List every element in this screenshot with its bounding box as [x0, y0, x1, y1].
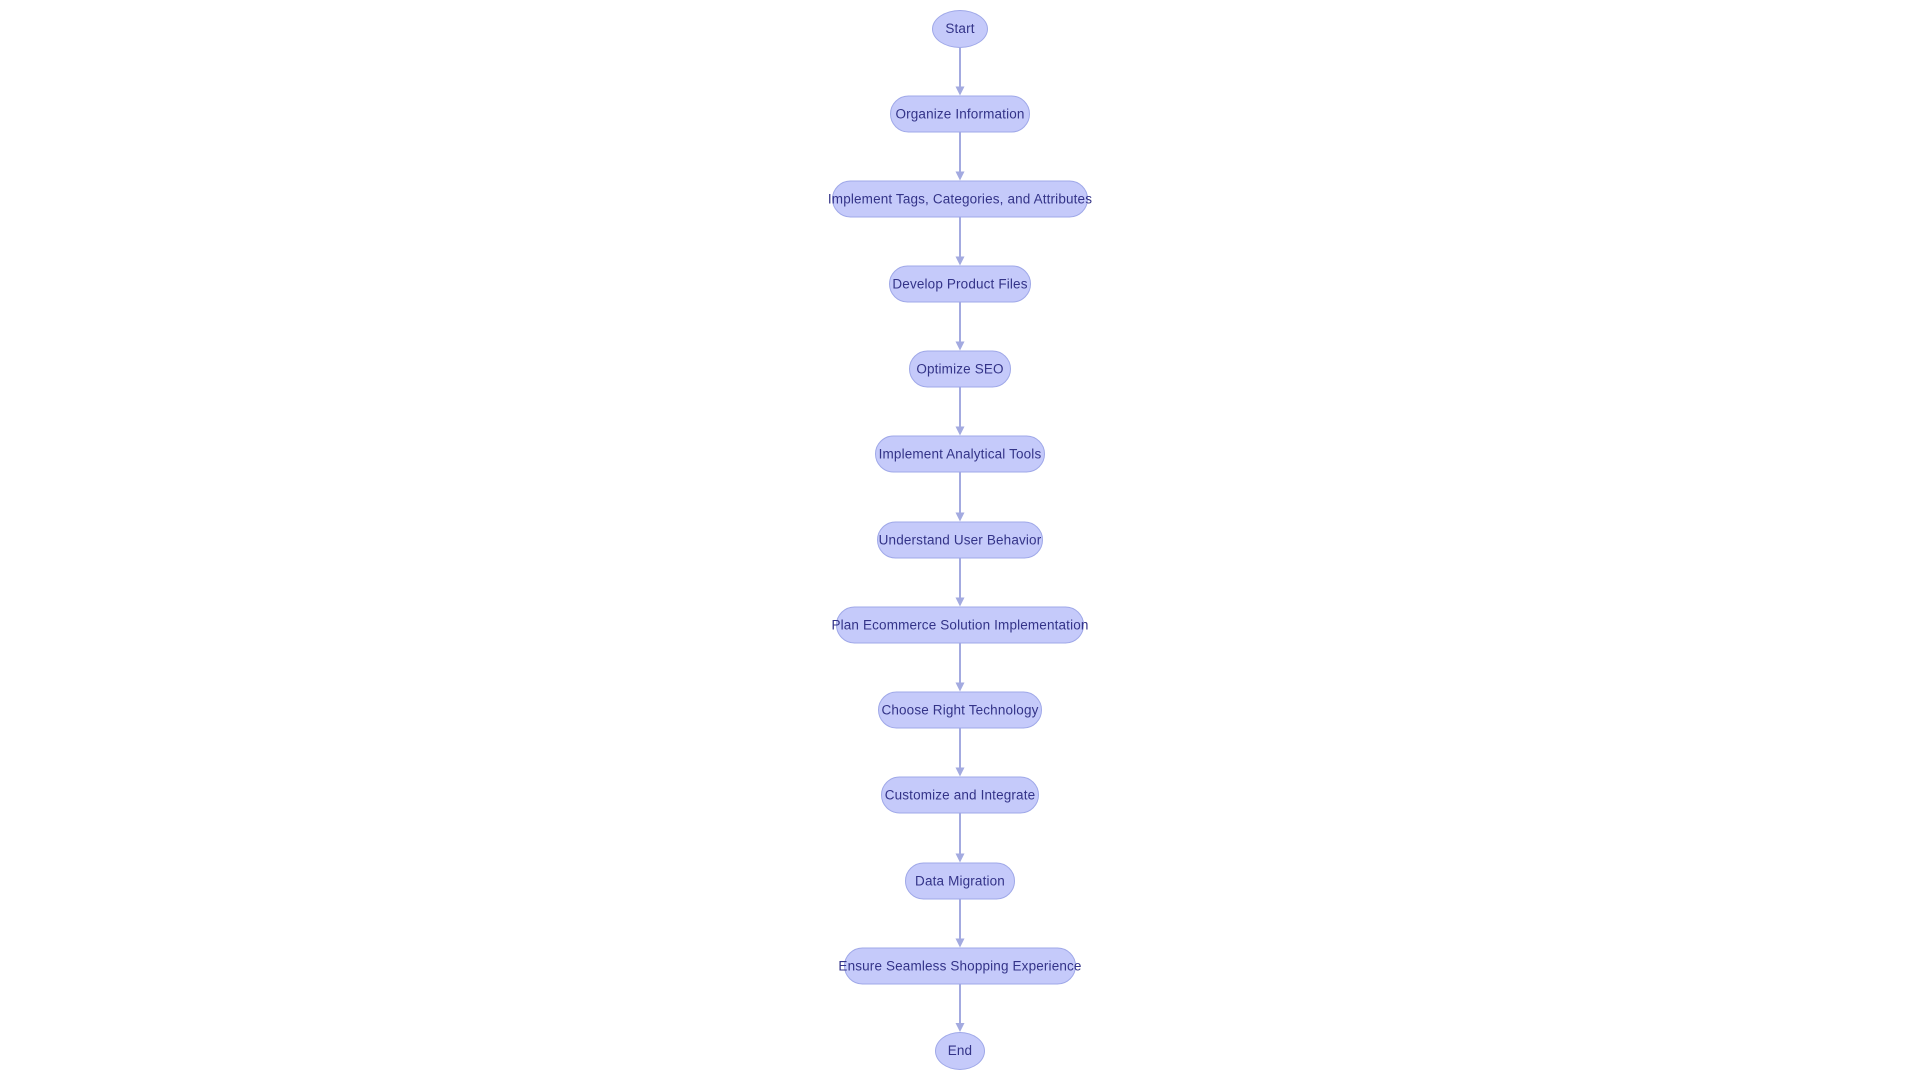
arrowhead-icon [955, 767, 965, 777]
flow-node-technology[interactable]: Choose Right Technology [878, 691, 1042, 729]
flow-node-label: Implement Analytical Tools [878, 446, 1042, 462]
flow-node-label: Ensure Seamless Shopping Experience [838, 958, 1082, 974]
flow-node-analytics[interactable]: Implement Analytical Tools [875, 435, 1045, 473]
arrowhead-icon [955, 682, 965, 692]
flow-node-label: Implement Tags, Categories, and Attribut… [827, 191, 1093, 207]
flow-node-data-migration[interactable]: Data Migration [905, 862, 1015, 900]
arrowhead-icon [955, 1023, 965, 1032]
arrowhead-icon [955, 256, 965, 266]
flow-connector-tags-to-product-files [955, 217, 965, 266]
flow-connector-seo-to-analytics [955, 387, 965, 436]
flow-node-label: Develop Product Files [892, 276, 1028, 292]
flow-connector-shopping-exp-to-end [955, 984, 965, 1032]
flow-connector-product-files-to-seo [955, 302, 965, 351]
flow-connector-technology-to-customize [955, 728, 965, 777]
flow-node-organize[interactable]: Organize Information [890, 95, 1030, 133]
arrowhead-icon [955, 938, 965, 948]
flow-node-plan-ecommerce[interactable]: Plan Ecommerce Solution Implementation [831, 606, 1088, 644]
arrowhead-icon [955, 86, 965, 96]
arrowhead-icon [955, 853, 965, 863]
flow-connector-user-behavior-to-plan-ecommerce [955, 558, 965, 607]
flow-node-label: Choose Right Technology [881, 702, 1039, 718]
flow-connector-analytics-to-user-behavior [955, 472, 965, 522]
flow-node-label: Plan Ecommerce Solution Implementation [831, 617, 1089, 633]
flow-node-end[interactable]: End [935, 1032, 985, 1070]
flow-node-tags[interactable]: Implement Tags, Categories, and Attribut… [828, 180, 1092, 218]
arrowhead-icon [955, 597, 965, 607]
flow-connector-customize-to-data-migration [955, 813, 965, 863]
flow-node-customize[interactable]: Customize and Integrate [881, 776, 1039, 814]
flow-connector-plan-ecommerce-to-technology [955, 643, 965, 692]
flow-node-label: Optimize SEO [916, 361, 1004, 377]
flow-connector-data-migration-to-shopping-exp [955, 899, 965, 948]
arrowhead-icon [955, 512, 965, 522]
flow-node-label: Start [945, 21, 975, 37]
arrowhead-icon [955, 341, 965, 351]
flow-node-start[interactable]: Start [932, 10, 988, 48]
flow-node-label: Understand User Behavior [878, 532, 1042, 548]
flow-connector-organize-to-tags [955, 132, 965, 181]
flow-node-label: Organize Information [895, 106, 1025, 122]
flow-node-seo[interactable]: Optimize SEO [909, 350, 1011, 388]
flow-node-label: Data Migration [915, 873, 1005, 889]
flow-node-label: Customize and Integrate [884, 787, 1036, 803]
arrowhead-icon [955, 171, 965, 181]
flowchart-canvas: Start Organize Information Implement Tags,… [0, 0, 1920, 1080]
flow-node-shopping-exp[interactable]: Ensure Seamless Shopping Experience [838, 947, 1081, 985]
flow-connector-start-to-organize [955, 48, 965, 96]
flow-node-product-files[interactable]: Develop Product Files [889, 265, 1031, 303]
flow-node-user-behavior[interactable]: Understand User Behavior [877, 521, 1043, 559]
flow-node-label: End [947, 1043, 973, 1059]
arrowhead-icon [955, 426, 965, 436]
